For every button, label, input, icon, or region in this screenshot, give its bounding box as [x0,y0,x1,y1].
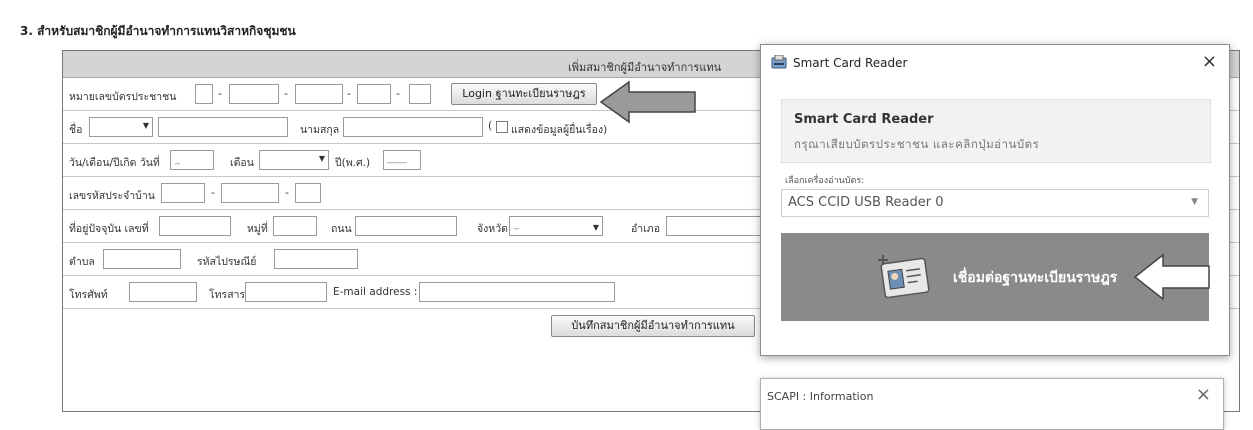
house-number-input[interactable] [159,216,231,236]
id-part-2-input[interactable] [229,84,279,104]
dash: - [347,87,351,100]
province-label: จังหวัด [477,223,508,235]
close-icon[interactable]: × [1196,384,1211,405]
panel-heading: Smart Card Reader [794,112,934,127]
house-code-part-1-input[interactable] [161,183,205,203]
postal-label: รหัสไปรษณีย์ [197,256,257,268]
moo-input[interactable] [273,216,317,236]
road-input[interactable] [355,216,457,236]
dash: - [396,87,400,100]
id-part-1-input[interactable] [195,84,213,104]
house-code-part-3-input[interactable] [295,183,321,203]
phone-label: โทรศัพท์ [69,289,108,301]
dropdown-arrow-icon: ▼ [318,154,325,163]
dropdown-arrow-icon: ▼ [592,223,599,232]
surname-label: นามสกุล [300,124,340,136]
dash: - [218,87,222,100]
section-title: 3. สำหรับสมาชิกผู้มีอำนาจทำการแทนวิสาหกิ… [20,24,296,38]
dob-label: วัน/เดือน/ปีเกิด วันที่ [69,157,160,169]
moo-label: หมู่ที่ [247,223,268,235]
show-applicant-checkbox[interactable] [496,121,508,133]
smart-card-reader-dialog: Smart Card Reader × Smart Card Reader กร… [760,44,1230,356]
chevron-down-icon: ▼ [1191,197,1198,207]
road-label: ถนน [331,223,352,235]
arrow-left-icon [599,80,696,124]
dash: - [211,186,215,199]
connect-civil-registry-button[interactable]: เชื่อมต่อฐานทะเบียนราษฎร [781,233,1210,321]
id-part-5-input[interactable] [409,84,431,104]
dash: - [284,87,288,100]
province-select[interactable]: _ ▼ [509,216,603,236]
year-input[interactable]: ____ [383,150,421,170]
dialog-title: Smart Card Reader [793,56,908,70]
login-civil-registry-button[interactable]: Login ฐานทะเบียนราษฎร [451,83,597,105]
postal-code-input[interactable] [274,249,358,269]
reader-select-label: เลือกเครื่องอ่านบัตร: [785,176,865,186]
id-label: หมายเลขบัตรประชาชน [69,91,177,103]
first-name-input[interactable] [158,117,288,137]
subdistrict-label: ตำบล [69,256,95,268]
year-label: ปี(พ.ศ.) [335,157,371,169]
scapi-information-dialog: SCAPI : Information × [760,378,1224,430]
instruction-text: กรุณาเสียบบัตรประชาชน และคลิกปุ่มอ่านบัต… [794,137,1040,151]
month-select[interactable]: ▼ [259,150,329,170]
district-input[interactable] [666,216,766,236]
fax-input[interactable] [245,282,327,302]
connect-button-label: เชื่อมต่อฐานทะเบียนราษฎร [953,270,1118,286]
month-label: เดือน [230,157,254,169]
name-label: ชื่อ [69,124,83,136]
id-part-4-input[interactable] [357,84,391,104]
dropdown-arrow-icon: ▼ [142,121,149,130]
province-value: _ [514,219,519,230]
id-part-3-input[interactable] [295,84,343,104]
fax-label: โทรสาร [209,289,246,301]
dialog-title: SCAPI : Information [767,390,874,403]
reader-select-value: ACS CCID USB Reader 0 [788,195,944,210]
district-label: อำเภอ [631,223,661,235]
form-header-title: เพิ่มสมาชิกผู้มีอำนาจทำการแทน [568,61,722,74]
save-representative-button[interactable]: บันทึกสมาชิกผู้มีอำนาจทำการแทน [551,315,755,337]
id-card-icon [878,255,930,299]
show-applicant-paren: ( [488,120,493,132]
phone-input[interactable] [129,282,197,302]
email-input[interactable] [419,282,615,302]
instruction-panel: Smart Card Reader กรุณาเสียบบัตรประชาชน … [781,99,1211,163]
surname-input[interactable] [343,117,483,137]
address-label: ที่อยู่ปัจจุบัน เลขที่ [69,223,149,235]
arrow-left-icon [1133,253,1210,301]
show-applicant-label: แสดงข้อมูลผู้ยื่นเรื่อง) [511,124,608,136]
reader-select[interactable]: ACS CCID USB Reader 0 ▼ [781,189,1209,217]
house-code-part-2-input[interactable] [221,183,279,203]
dash: - [285,186,289,199]
title-select[interactable]: ▼ [89,117,153,137]
close-icon[interactable]: × [1202,51,1217,72]
subdistrict-input[interactable] [103,249,181,269]
dob-day-input[interactable]: _ [170,150,214,170]
email-label: E-mail address : [333,286,418,298]
card-reader-icon [771,55,787,69]
house-code-label: เลขรหัสประจำบ้าน [69,190,155,202]
